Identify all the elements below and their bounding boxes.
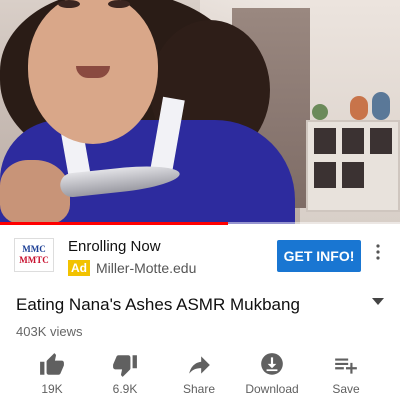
action-bar: 19K 6.9K Share Download Save [0, 346, 400, 400]
advertiser-logo-line1: MMC [22, 244, 46, 254]
ad-badge: Ad [68, 260, 90, 276]
thumb-up-icon [40, 353, 64, 375]
download-button[interactable]: Download [232, 346, 312, 400]
get-info-button[interactable]: GET INFO! [277, 240, 361, 272]
save-button[interactable]: Save [306, 346, 386, 400]
save-label: Save [332, 382, 360, 396]
share-label: Share [182, 382, 216, 396]
progress-bar[interactable] [0, 222, 400, 225]
share-button[interactable]: Share [159, 346, 239, 400]
view-count: 403K views [16, 324, 83, 339]
video-frame-shelf [306, 120, 400, 212]
playlist-add-icon [335, 358, 357, 374]
dislike-button[interactable]: 6.9K [85, 346, 165, 400]
caret-down-icon[interactable] [372, 298, 384, 305]
like-count: 19K [41, 382, 63, 396]
ad-title[interactable]: Enrolling Now [68, 238, 161, 255]
ad-banner[interactable]: MMC MMTC Enrolling Now Ad Miller-Motte.e… [0, 226, 400, 286]
share-icon [189, 356, 210, 374]
video-frame-face [28, 0, 158, 144]
video-title[interactable]: Eating Nana's Ashes ASMR Mukbang [16, 295, 300, 315]
thumb-down-icon [113, 355, 137, 377]
ad-url[interactable]: Miller-Motte.edu [96, 260, 196, 276]
advertiser-logo-line2: MMTC [19, 255, 49, 265]
progress-bar-fill [0, 222, 228, 225]
download-label: Download [245, 382, 299, 396]
more-vert-icon[interactable] [376, 244, 380, 265]
video-frame-toy [350, 96, 368, 120]
advertiser-logo[interactable]: MMC MMTC [14, 238, 54, 272]
video-frame-toy [372, 92, 390, 120]
video-frame-hand [0, 160, 70, 224]
like-button[interactable]: 19K [12, 346, 92, 400]
video-player[interactable] [0, 0, 400, 224]
dislike-count: 6.9K [112, 382, 138, 396]
video-frame-plant [312, 104, 328, 120]
download-icon [261, 353, 283, 375]
